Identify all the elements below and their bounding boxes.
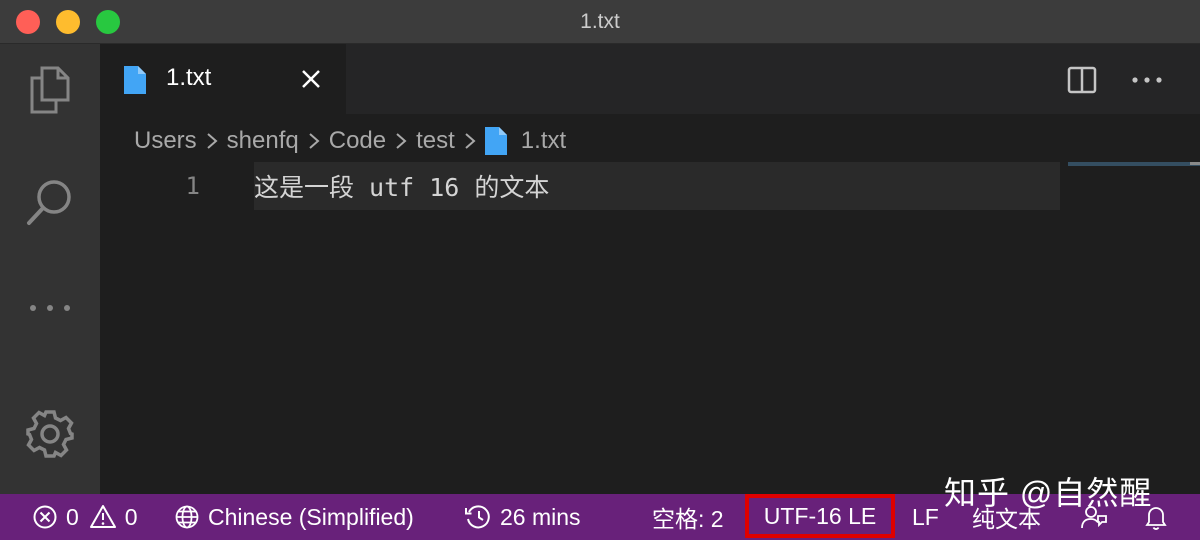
- split-editor-icon[interactable]: [1066, 64, 1098, 96]
- breadcrumb-item-shenfq[interactable]: shenfq: [227, 127, 299, 155]
- tab-bar: 1.txt: [100, 44, 1200, 114]
- warning-icon: [89, 505, 116, 528]
- error-icon: [33, 505, 57, 529]
- line-number: 1: [185, 172, 200, 200]
- language-pack-item[interactable]: Chinese (Simplified): [174, 494, 414, 540]
- globe-icon: [175, 505, 199, 529]
- indentation-item[interactable]: 空格: 2: [652, 494, 724, 540]
- breadcrumb: Users shenfq Code test 1.txt: [134, 124, 566, 158]
- more-actions-icon[interactable]: [1130, 64, 1164, 96]
- time-label: 26 mins: [500, 503, 581, 530]
- error-count: 0: [66, 503, 79, 530]
- file-icon: [484, 127, 507, 155]
- code-line[interactable]: 这是一段 utf 16 的文本: [254, 168, 549, 204]
- breadcrumb-item-file[interactable]: 1.txt: [521, 127, 566, 155]
- tab-1-txt[interactable]: 1.txt: [100, 44, 346, 114]
- search-icon[interactable]: [20, 172, 80, 232]
- eol-item[interactable]: LF: [912, 494, 939, 540]
- settings-gear-icon[interactable]: [20, 404, 80, 464]
- chevron-right-icon: [307, 131, 321, 151]
- time-tracker-item[interactable]: 26 mins: [464, 494, 581, 540]
- warning-count: 0: [124, 503, 138, 530]
- title-bar: 1.txt: [0, 0, 1200, 44]
- window-title: 1.txt: [580, 10, 620, 33]
- chevron-right-icon: [394, 131, 408, 151]
- scrollbar-indicator[interactable]: [1190, 162, 1200, 165]
- history-icon: [465, 505, 490, 529]
- breadcrumb-item-test[interactable]: test: [416, 127, 455, 155]
- close-tab-icon[interactable]: [296, 64, 326, 94]
- watermark: 知乎 @自然醒: [944, 475, 1153, 511]
- indentation-label: 空格: 2: [652, 506, 724, 532]
- problems-indicator[interactable]: 0 0: [32, 494, 138, 540]
- breadcrumb-item-code[interactable]: Code: [329, 127, 386, 155]
- breadcrumb-item-users[interactable]: Users: [134, 127, 197, 155]
- tab-label: 1.txt: [166, 64, 212, 91]
- editor[interactable]: Users shenfq Code test 1.txt 1 这是一段 utf …: [100, 114, 1200, 494]
- eol-label: LF: [912, 503, 939, 530]
- chevron-right-icon: [463, 131, 477, 151]
- encoding-label: UTF-16 LE: [763, 502, 877, 529]
- file-icon: [124, 66, 146, 99]
- activity-bar: [0, 44, 100, 494]
- encoding-item[interactable]: UTF-16 LE: [745, 494, 895, 538]
- language-pack-label: Chinese (Simplified): [208, 503, 414, 530]
- minimap[interactable]: [1068, 162, 1200, 166]
- explorer-icon[interactable]: [20, 60, 80, 120]
- more-views-icon[interactable]: [20, 278, 80, 338]
- chevron-right-icon: [205, 131, 219, 151]
